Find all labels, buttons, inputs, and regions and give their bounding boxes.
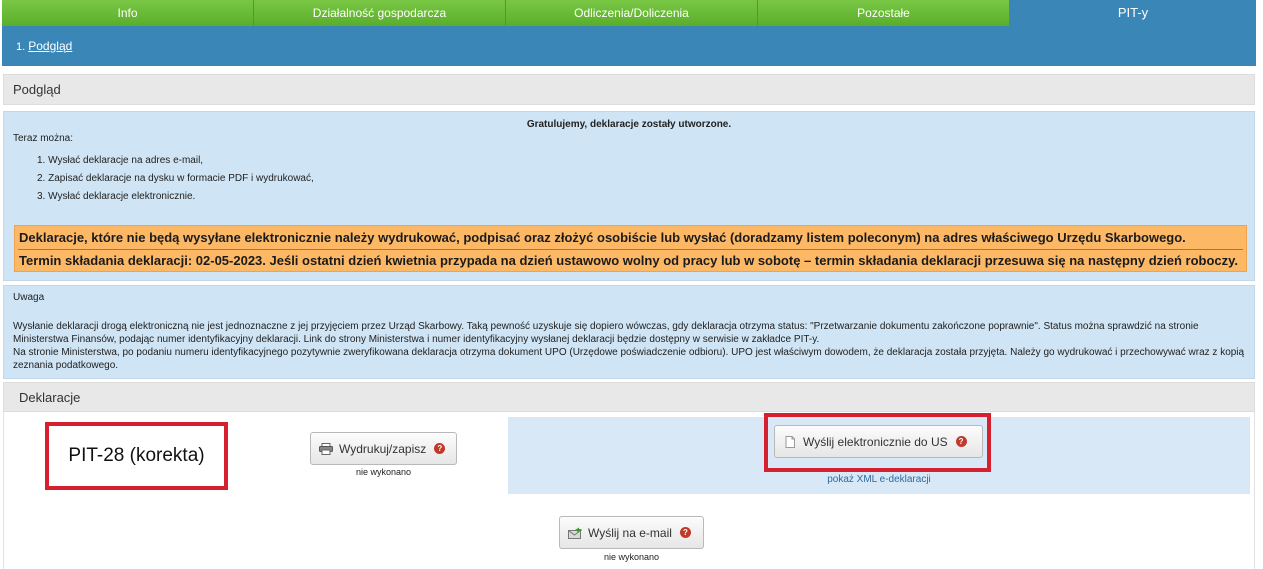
uwaga-title: Uwaga — [13, 292, 45, 303]
print-save-label: Wydrukuj/zapisz — [339, 441, 427, 456]
deklaracje-section-header: Deklaracje — [3, 382, 1255, 412]
info-intro: Teraz można: — [13, 133, 74, 144]
uwaga-box: Uwaga Wysłanie deklaracji drogą elektron… — [3, 285, 1255, 379]
options-list: 1. Wysłać deklaracje na adres e-mail, 2.… — [37, 154, 314, 208]
show-xml-link[interactable]: pokaż XML e-deklaracji — [508, 474, 1250, 485]
tab-info[interactable]: Info — [2, 0, 254, 26]
show-xml-label: pokaż XML e-deklaracji — [827, 474, 931, 485]
list-item: 2. Zapisać deklaracje na dysku w formaci… — [37, 173, 314, 184]
email-status: nie wykonano — [603, 552, 660, 562]
print-save-button[interactable]: Wydrukuj/zapisz ? — [310, 432, 457, 465]
step-podglad-link[interactable]: Podgląd — [28, 39, 72, 53]
help-icon[interactable]: ? — [434, 443, 446, 454]
send-email-button[interactable]: Wyślij na e-mail ? — [559, 516, 704, 549]
congrats-message: Gratulujemy, deklaracje zostały utworzon… — [526, 119, 732, 130]
sub-navigation: 1. Podgląd — [2, 26, 1256, 66]
list-item: 3. Wysłać deklaracje elektronicznie. — [37, 191, 196, 202]
help-icon[interactable]: ? — [679, 527, 691, 538]
uwaga-text: Wysłanie deklaracji drogą elektroniczną … — [13, 321, 1245, 371]
warning-divider — [18, 249, 1243, 250]
tab-pozostale[interactable]: Pozostałe — [758, 0, 1010, 26]
warning-box: Deklaracje, które nie będą wysyłane elek… — [14, 225, 1247, 272]
send-to-us-highlight — [764, 413, 991, 472]
step-number: 1. — [16, 41, 26, 53]
print-status: nie wykonano — [355, 467, 412, 477]
podglad-section-header: Podgląd — [3, 74, 1255, 105]
main-tabs: Info Działalność gospodarcza Odliczenia/… — [2, 0, 1256, 26]
warning-print-notice: Deklaracje, które nie będą wysyłane elek… — [19, 230, 1186, 245]
tab-odliczenia-doliczenia[interactable]: Odliczenia/Doliczenia — [506, 0, 758, 26]
tab-dzialalnosc-gospodarcza[interactable]: Działalność gospodarcza — [254, 0, 506, 26]
step-podglad: 1. Podgląd — [16, 39, 72, 53]
list-item: 1. Wysłać deklaracje na adres e-mail, — [37, 155, 204, 166]
mail-send-icon — [568, 527, 582, 539]
warning-deadline-notice: Termin składania deklaracji: 02-05-2023.… — [19, 253, 1239, 268]
send-email-label: Wyślij na e-mail — [588, 525, 672, 540]
tab-pity[interactable]: PIT-y — [1010, 0, 1256, 26]
declaration-name: PIT-28 (korekta) — [45, 422, 228, 490]
printer-icon — [319, 442, 333, 455]
uwaga-body: Wysłanie deklaracji drogą elektroniczną … — [13, 320, 1245, 372]
